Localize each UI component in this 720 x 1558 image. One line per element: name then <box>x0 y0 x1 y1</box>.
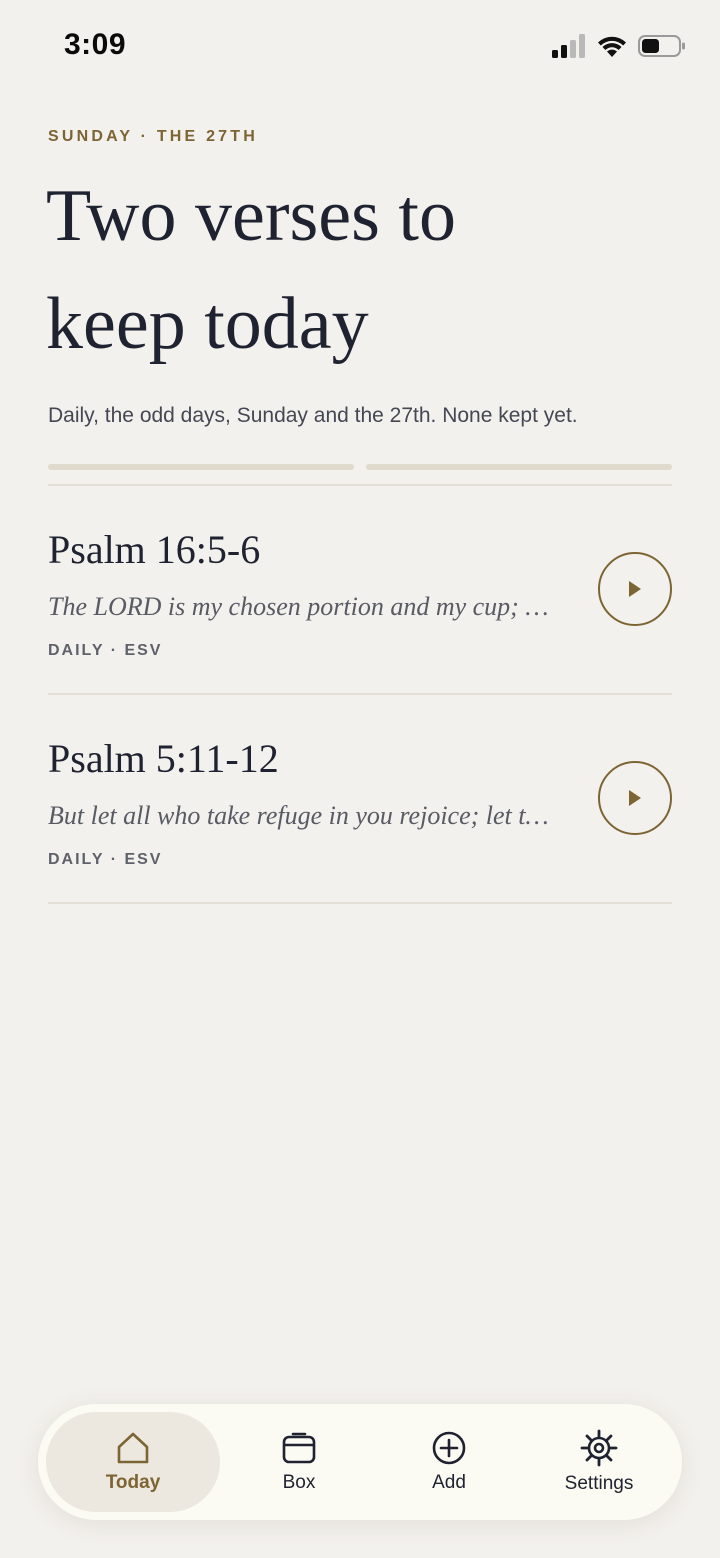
tab-bar: Today Box Add Settings <box>38 1404 682 1520</box>
plus-circle-icon <box>432 1431 466 1465</box>
gear-icon <box>580 1429 618 1467</box>
play-button[interactable] <box>598 552 672 626</box>
verse-row[interactable]: Psalm 5:11-12 But let all who take refug… <box>48 695 672 903</box>
verse-excerpt: The LORD is my chosen portion and my cup… <box>48 592 558 621</box>
tab-settings[interactable]: Settings <box>524 1412 674 1512</box>
progress-segment <box>48 464 354 470</box>
date-eyebrow: SUNDAY · THE 27TH <box>48 128 258 145</box>
verse-meta: DAILY · ESV <box>48 642 163 659</box>
verse-excerpt: But let all who take refuge in you rejoi… <box>48 801 558 830</box>
tab-add[interactable]: Add <box>374 1412 524 1512</box>
box-icon <box>282 1432 316 1464</box>
cellular-signal-icon <box>552 34 585 58</box>
wifi-icon <box>598 36 626 57</box>
page-title-line-1: Two verses to <box>46 175 456 257</box>
divider <box>48 902 672 904</box>
play-icon <box>629 790 641 806</box>
verse-meta: DAILY · ESV <box>48 851 163 868</box>
tab-today[interactable]: Today <box>46 1412 220 1512</box>
status-time: 3:09 <box>64 28 127 61</box>
play-button[interactable] <box>598 761 672 835</box>
home-icon <box>117 1432 149 1464</box>
page-title-line-2: keep today <box>46 283 369 365</box>
play-icon <box>629 581 641 597</box>
progress-bar <box>48 464 672 470</box>
verse-reference: Psalm 5:11-12 <box>48 736 279 781</box>
page-title: Two verses to keep today <box>46 162 666 378</box>
tab-label: Add <box>432 1472 466 1493</box>
schedule-summary: Daily, the odd days, Sunday and the 27th… <box>48 404 578 427</box>
verse-reference: Psalm 16:5-6 <box>48 527 261 572</box>
tab-label: Settings <box>564 1473 634 1494</box>
tab-label: Today <box>105 1472 161 1493</box>
progress-segment <box>366 464 672 470</box>
battery-icon <box>638 35 685 57</box>
status-icons <box>552 32 686 60</box>
status-bar: 3:09 <box>0 0 720 90</box>
tab-label: Box <box>282 1472 316 1493</box>
tab-box[interactable]: Box <box>224 1412 374 1512</box>
verse-row[interactable]: Psalm 16:5-6 The LORD is my chosen porti… <box>48 486 672 694</box>
